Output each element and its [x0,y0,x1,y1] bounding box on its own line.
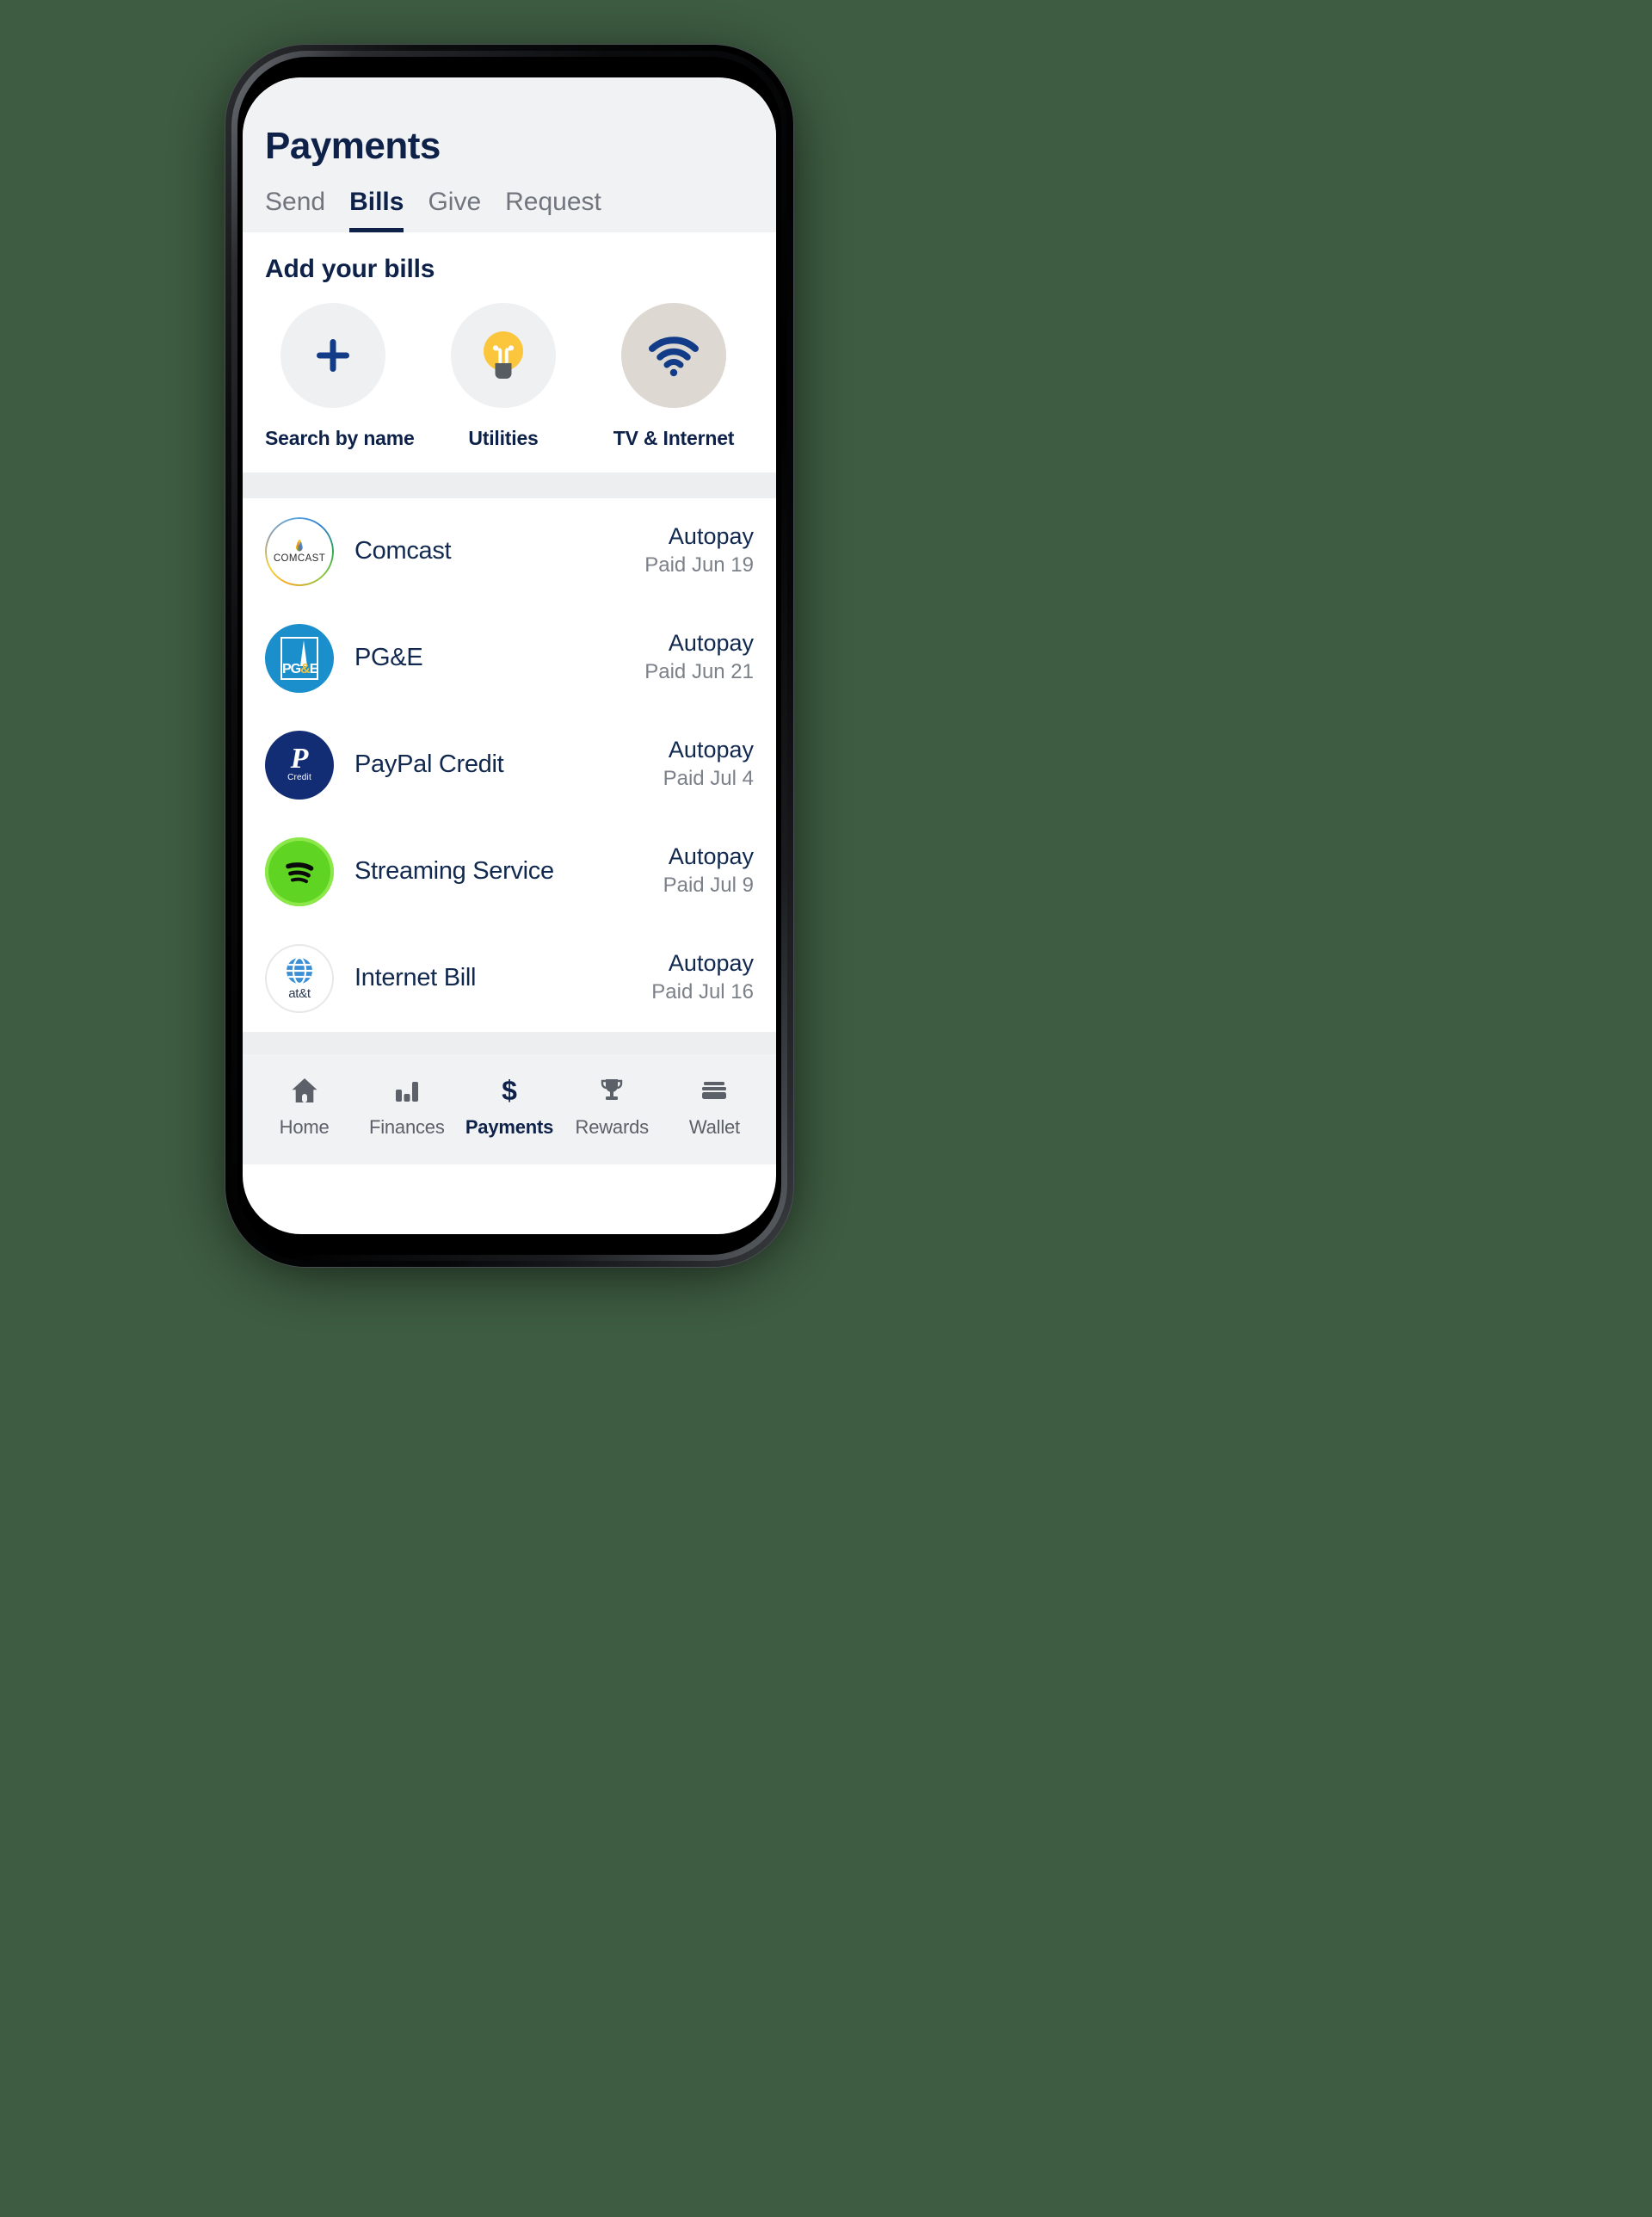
status-badge: Autopay [668,737,754,763]
category-row: Search by name Utilities TV & Internet [265,302,754,464]
status-badge: Autopay [668,843,754,870]
nav-label-payments: Payments [465,1115,554,1138]
phone-screen: Payments Send Bills Give Request Add you… [243,77,776,1234]
table-row[interactable]: COMCAST Comcast Autopay Paid Jun 19 [243,498,776,605]
wifi-icon[interactable] [621,302,726,408]
bill-name: Internet Bill [354,964,477,991]
category-label-utilities: Utilities [468,426,539,449]
phone-mockup: Payments Send Bills Give Request Add you… [225,45,793,1275]
bottom-spacer [243,1031,776,1054]
paid-date: Paid Jul 4 [663,767,754,791]
status-badge: Autopay [668,630,754,657]
chart-icon [355,1073,458,1108]
att-logo: at&t [265,943,334,1013]
nav-item-wallet[interactable]: Wallet [663,1073,766,1139]
bill-name: Comcast [354,537,452,565]
svg-text:$: $ [502,1076,517,1105]
bill-name: PayPal Credit [354,750,504,778]
category-utilities[interactable]: Utilities [435,302,571,450]
tab-bar: Send Bills Give Request [243,165,776,232]
comcast-wordmark: COMCAST [273,553,326,564]
category-search-by-name[interactable]: Search by name [265,302,415,450]
category-label-tv-internet: TV & Internet [613,426,735,449]
table-row[interactable]: Streaming Service Autopay Paid Jul 9 [243,818,776,925]
bill-meta: Autopay Paid Jul 4 [663,736,754,793]
wallet-icon [663,1073,766,1108]
bill-meta: Autopay Paid Jul 9 [663,843,754,899]
table-row[interactable]: PG&E PG&E Autopay Paid Jun 21 [243,605,776,712]
paypal-logo: P Credit [265,730,334,800]
status-badge: Autopay [668,950,754,977]
plus-icon[interactable] [280,302,385,408]
pge-amp-text: & [300,661,311,676]
paid-date: Paid Jul 16 [651,980,754,1004]
bill-meta: Autopay Paid Jun 21 [644,629,754,686]
nav-item-home[interactable]: Home [253,1073,355,1139]
att-wordmark: at&t [288,985,311,1001]
table-row[interactable]: at&t Internet Bill Autopay Paid Jul 16 [243,925,776,1032]
nav-label-finances: Finances [368,1115,445,1138]
dollar-icon: $ [458,1073,560,1108]
add-bills-title: Add your bills [265,254,435,283]
pge-right-text: E [309,661,319,676]
nav-item-rewards[interactable]: Rewards [561,1073,663,1139]
comcast-logo: COMCAST [265,516,334,586]
category-tv-internet[interactable]: TV & Internet [606,302,742,450]
paid-date: Paid Jun 21 [644,660,754,684]
nav-label-home: Home [279,1115,330,1138]
status-badge: Autopay [668,523,754,550]
paypal-credit-text: Credit [287,773,311,783]
bill-name: Streaming Service [354,857,554,885]
spotify-logo [265,837,334,906]
pge-left-text: PG [282,661,301,676]
pge-logo: PG&E [265,623,334,693]
category-label-search: Search by name [265,426,415,449]
lightbulb-icon[interactable] [451,302,556,408]
home-icon [253,1073,355,1108]
paypal-mark: P [290,742,309,775]
add-bills-section: Add your bills Search by name Utilities … [243,232,776,472]
bill-meta: Autopay Paid Jul 16 [651,949,754,1006]
tab-give[interactable]: Give [428,188,481,232]
tab-send[interactable]: Send [265,188,325,232]
bill-name: PG&E [354,644,423,671]
bill-meta: Autopay Paid Jun 19 [644,522,754,579]
table-row[interactable]: P Credit PayPal Credit Autopay Paid Jul … [243,712,776,818]
trophy-icon [561,1073,663,1108]
section-divider [243,472,776,498]
tab-bills[interactable]: Bills [349,188,404,232]
bill-list: COMCAST Comcast Autopay Paid Jun 19 PG&E [243,497,776,1032]
paid-date: Paid Jun 19 [644,553,754,577]
bottom-nav: Home Finances $ Payments Rewards Wallet [243,1053,776,1164]
nav-label-rewards: Rewards [575,1115,650,1138]
page-title: Payments [265,125,441,167]
nav-item-finances[interactable]: Finances [355,1073,458,1139]
paid-date: Paid Jul 9 [663,874,754,898]
tab-request[interactable]: Request [505,188,601,232]
app-header: Payments Send Bills Give Request [243,77,776,232]
nav-item-payments[interactable]: $ Payments [458,1073,560,1139]
nav-label-wallet: Wallet [688,1115,740,1138]
